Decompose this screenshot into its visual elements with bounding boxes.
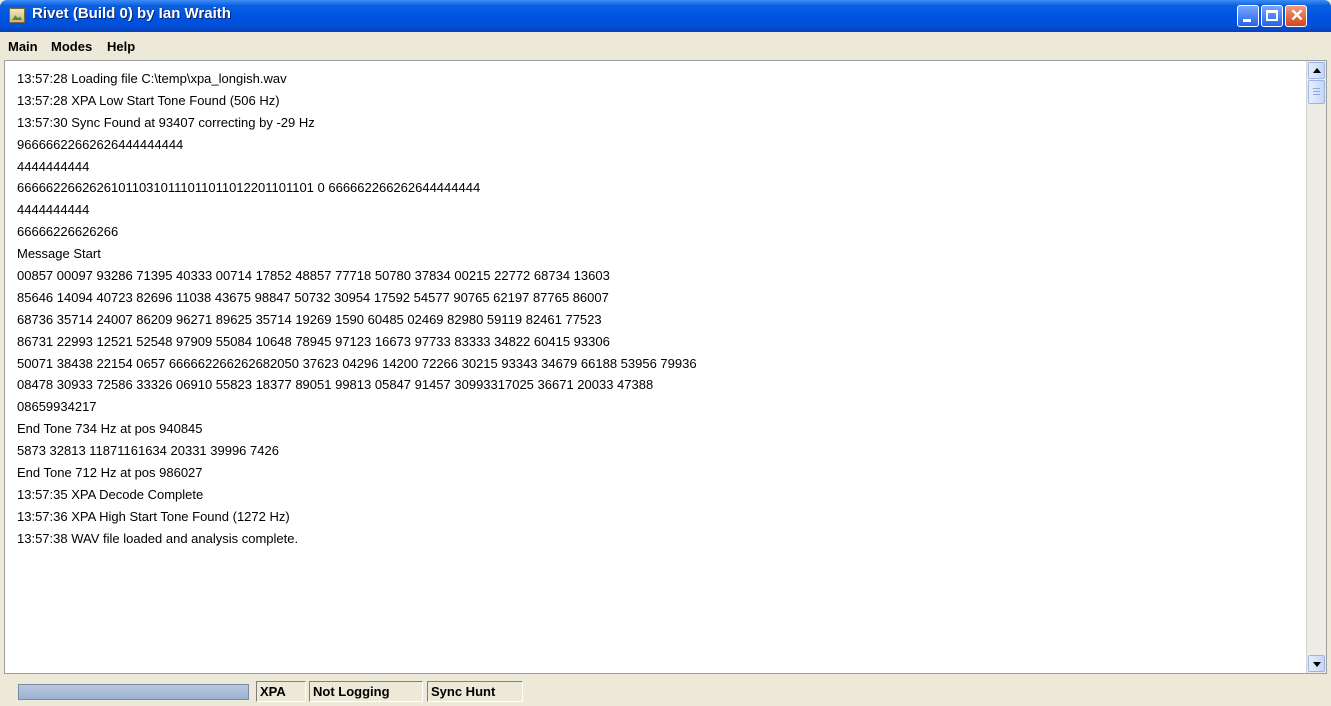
logging-status: Not Logging [309,681,423,702]
log-line: 50071 38438 22154 0657 66666226626268205… [17,355,697,371]
progress-bar [18,684,249,700]
sync-status: Sync Hunt [427,681,523,702]
log-line: 13:57:36 XPA High Start Tone Found (1272… [17,508,290,524]
progress-fill [19,685,248,699]
close-icon: ✕ [1289,6,1305,25]
status-bar: XPA Not Logging Sync Hunt [0,676,1331,706]
app-window: Rivet (Build 0) by Ian Wraith ✕ Main Mod… [0,0,1331,706]
log-line: 66666226626266 [17,224,119,240]
log-line: 96666622662626444444444 [17,136,184,152]
log-line: 08659934217 [17,399,97,415]
title-bar[interactable]: Rivet (Build 0) by Ian Wraith ✕ [0,0,1331,32]
log-line: End Tone 734 Hz at pos 940845 [17,421,203,437]
log-line: 13:57:35 XPA Decode Complete [17,486,204,502]
log-panel[interactable]: 13:57:28 Loading file C:\temp\xpa_longis… [4,60,1327,674]
log-line: 13:57:38 WAV file loaded and analysis co… [17,530,299,546]
log-line: 6666622662626101103101110110110122011011… [17,180,481,196]
log-line: 5873 32813 11871161634 20331 39996 7426 [17,443,279,459]
log-line: 13:57:30 Sync Found at 93407 correcting … [17,114,315,130]
log-line: 13:57:28 XPA Low Start Tone Found (506 H… [17,92,280,108]
log-line: 68736 35714 24007 86209 96271 89625 3571… [17,311,602,327]
close-button[interactable]: ✕ [1285,5,1307,27]
window-title: Rivet (Build 0) by Ian Wraith [32,5,231,22]
menu-modes[interactable]: Modes [48,38,95,55]
log-line: End Tone 712 Hz at pos 986027 [17,465,203,481]
maximize-button[interactable] [1261,5,1283,27]
maximize-icon [1266,10,1278,21]
menu-main[interactable]: Main [5,38,41,55]
log-line: Message Start [17,246,101,262]
log-line: 08478 30933 72586 33326 06910 55823 1837… [17,377,654,393]
scroll-down-button[interactable] [1308,655,1325,672]
log-line: 4444444444 [17,158,90,174]
minimize-button[interactable] [1237,5,1259,27]
log-line: 00857 00097 93286 71395 40333 00714 1785… [17,268,610,284]
mode-status: XPA [256,681,306,702]
log-line: 4444444444 [17,202,90,218]
vertical-scrollbar[interactable] [1306,61,1326,673]
minimize-icon [1243,19,1251,22]
log-line: 13:57:28 Loading file C:\temp\xpa_longis… [17,71,287,86]
log-line: 85646 14094 40723 82696 11038 43675 9884… [17,289,609,305]
scroll-thumb[interactable] [1308,80,1325,104]
scroll-up-button[interactable] [1308,62,1325,79]
log-line: 86731 22993 12521 52548 97909 55084 1064… [17,333,610,349]
menu-help[interactable]: Help [104,38,138,55]
log-text-area[interactable]: 13:57:28 Loading file C:\temp\xpa_longis… [17,68,1287,550]
app-image-icon[interactable] [9,8,25,23]
menu-bar: Main Modes Help [4,37,1327,57]
